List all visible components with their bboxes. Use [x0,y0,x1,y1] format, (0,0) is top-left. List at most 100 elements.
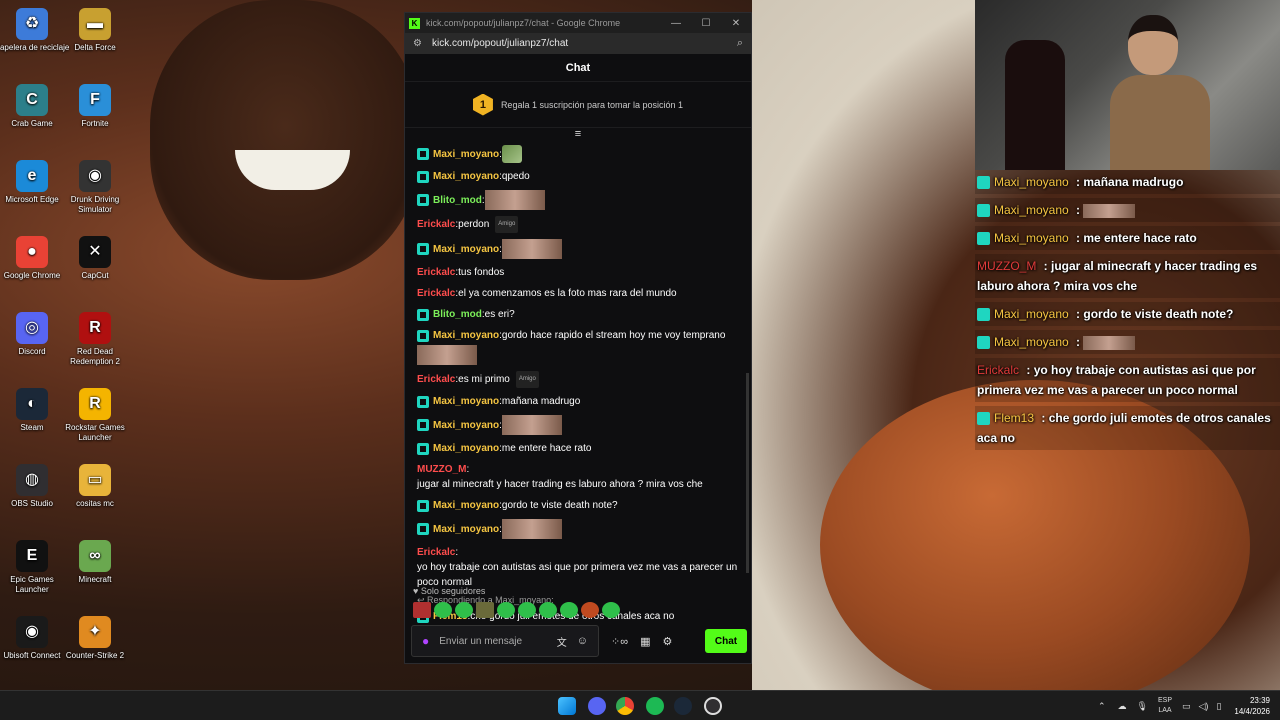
desktop-app-icon: ▭ [79,464,111,496]
chat-username[interactable]: Erickalc [417,286,455,301]
desktop-icon[interactable]: R Rockstar Games Launcher [57,388,133,443]
quick-emote[interactable] [518,602,536,618]
mic-tray-icon[interactable]: 🎙 [1137,701,1148,712]
quick-emote[interactable] [581,602,599,618]
battery-icon[interactable]: ▯ [1216,701,1221,712]
chat-username[interactable]: Blito_mod [433,307,482,322]
chat-username[interactable]: Erickalc [417,372,455,387]
quick-emote[interactable] [455,602,473,618]
quick-emote[interactable] [497,602,515,618]
chat-username[interactable]: Maxi_moyano [433,147,499,162]
obs-taskbar-icon[interactable] [704,697,722,715]
chat-username[interactable]: Maxi_moyano [433,418,499,433]
chat-username[interactable]: Erickalc [417,217,455,232]
desktop-icon[interactable]: ∞ Minecraft [57,540,133,585]
chat-username[interactable]: Erickalc [417,545,455,560]
desktop-icon[interactable]: ✕ CapCut [57,236,133,281]
maximize-button[interactable]: ☐ [691,18,721,29]
translate-icon[interactable]: 文 [557,634,567,649]
chat-message[interactable]: Maxi_moyano: mañana madrugo [417,391,739,412]
chat-message[interactable]: Maxi_moyano: gordo hace rapido el stream… [417,325,739,368]
chat-image-emote [501,519,562,539]
window-titlebar[interactable]: K kick.com/popout/julianpz7/chat - Googl… [405,13,751,33]
chat-username[interactable]: Maxi_moyano [433,394,499,409]
overlay-username: Maxi_moyano [994,175,1069,189]
chat-message[interactable]: Erickalc: perdon Amigo [417,213,739,236]
chat-message[interactable]: Maxi_moyano: gordo te viste death note? [417,495,739,516]
quick-emotes-row [413,602,620,618]
sub-gift-promo[interactable]: 1 Regala 1 suscripción para tomar la pos… [405,82,751,128]
chat-username[interactable]: Blito_mod [433,193,482,208]
chat-message[interactable]: Blito_mod: es eri? [417,304,739,325]
volume-icon[interactable]: ◁) [1199,701,1209,712]
chat-message[interactable]: Erickalc: es mi primo Amigo [417,368,739,391]
subscriber-badge-icon [417,194,429,206]
badges-icon[interactable]: ⁘∞ [611,635,628,648]
chat-message[interactable]: Maxi_moyano: [417,516,739,542]
quick-emote[interactable] [434,602,452,618]
chat-message[interactable]: Maxi_moyano: me entere hace rato [417,438,739,459]
close-button[interactable]: ✕ [721,18,751,29]
chat-settings-icon[interactable]: ⚙ [662,635,672,648]
emoji-icon[interactable]: ☺ [577,635,588,647]
desktop-icon[interactable]: ▬ Delta Force [57,8,133,53]
network-icon[interactable]: ▭ [1182,701,1191,712]
minimize-button[interactable]: — [661,18,691,29]
desktop-icon-label: Fortnite [81,119,109,128]
chat-message[interactable]: Maxi_moyano: [417,142,739,166]
site-settings-icon[interactable]: ⚙ [413,38,422,49]
chat-message[interactable]: MUZZO_M: jugar al minecraft y hacer trad… [417,459,739,495]
chat-message[interactable]: Erickalc: el ya comenzamos es la foto ma… [417,283,739,304]
onedrive-icon[interactable]: ☁ [1118,701,1127,712]
clock[interactable]: 23:39 14/4/2026 [1234,695,1270,717]
chat-input[interactable]: ● Enviar un mensaje 文 ☺ [411,625,599,657]
desktop-app-icon: R [79,312,111,344]
subscriber-badge-icon [417,499,429,512]
chat-username[interactable]: Maxi_moyano [433,242,499,257]
chat-message[interactable]: Maxi_moyano: [417,236,739,262]
chat-username[interactable]: Maxi_moyano [433,522,499,537]
address-bar[interactable]: ⚙ kick.com/popout/julianpz7/chat ⌕ [405,33,751,54]
store-icon[interactable]: ▦ [640,635,650,648]
steam-taskbar-icon[interactable] [674,697,692,715]
send-chat-button[interactable]: Chat [705,629,747,653]
chat-message[interactable]: Maxi_moyano: qpedo [417,166,739,187]
quick-emote[interactable] [602,602,620,618]
desktop-app-icon: R [79,388,111,420]
chat-message[interactable]: Maxi_moyano: [417,412,739,438]
chat-username[interactable]: Erickalc [417,265,455,280]
overlay-text: me entere hace rato [1083,231,1197,245]
chrome-taskbar-icon[interactable] [616,697,634,715]
language-indicator[interactable]: ESP LAA [1158,696,1172,716]
quick-emote[interactable] [560,602,578,618]
desktop-icon[interactable]: R Red Dead Redemption 2 [57,312,133,367]
pinned-toggle-icon[interactable]: ≡ [405,128,751,142]
quick-emote[interactable] [413,602,431,618]
overlay-separator: : [1023,363,1034,377]
chat-username[interactable]: Maxi_moyano [433,498,499,513]
tray-chevron-icon[interactable]: ⌃ [1098,701,1106,712]
chat-text: tus fondos [458,267,505,278]
mic-icon[interactable]: ● [422,634,429,648]
chat-scrollbar[interactable] [746,373,749,573]
discord-taskbar-icon[interactable] [588,697,606,715]
overlay-text: mañana madrugo [1083,175,1184,189]
chat-message[interactable]: Erickalc: tus fondos [417,262,739,283]
desktop-icon[interactable]: F Fortnite [57,84,133,129]
desktop-icon[interactable]: ✦ Counter-Strike 2 [57,616,133,661]
desktop-icon[interactable]: ◉ Drunk Driving Simulator [57,160,133,215]
chat-username[interactable]: Maxi_moyano [433,328,499,343]
gaming-chair [1005,40,1065,170]
desktop-icon-label: Counter-Strike 2 [65,651,125,660]
zoom-icon[interactable]: ⌕ [737,37,743,50]
spotify-taskbar-icon[interactable] [646,697,664,715]
chat-username[interactable]: Maxi_moyano [433,169,499,184]
chat-message[interactable]: Blito_mod: [417,187,739,213]
quick-emote[interactable] [476,602,494,618]
quick-emote[interactable] [539,602,557,618]
promo-text: Regala 1 suscripción para tomar la posic… [500,99,684,110]
start-button-icon[interactable] [558,697,576,715]
desktop-icon[interactable]: ▭ cositas mc [57,464,133,509]
chat-username[interactable]: Maxi_moyano [433,441,499,456]
chat-username[interactable]: MUZZO_M [417,462,466,477]
